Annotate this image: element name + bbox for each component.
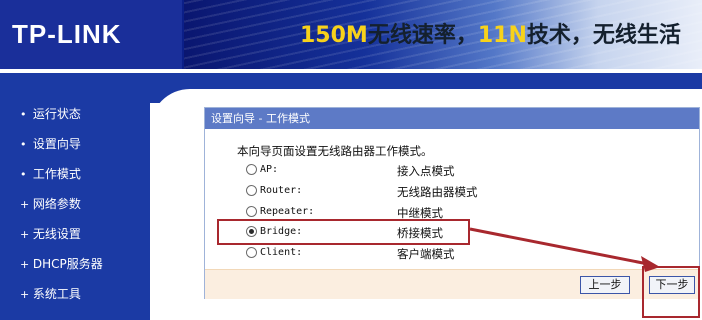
annotation-arrow-icon: [469, 227, 660, 272]
arrow-shaft: [469, 227, 649, 266]
arrow-head: [641, 256, 660, 272]
